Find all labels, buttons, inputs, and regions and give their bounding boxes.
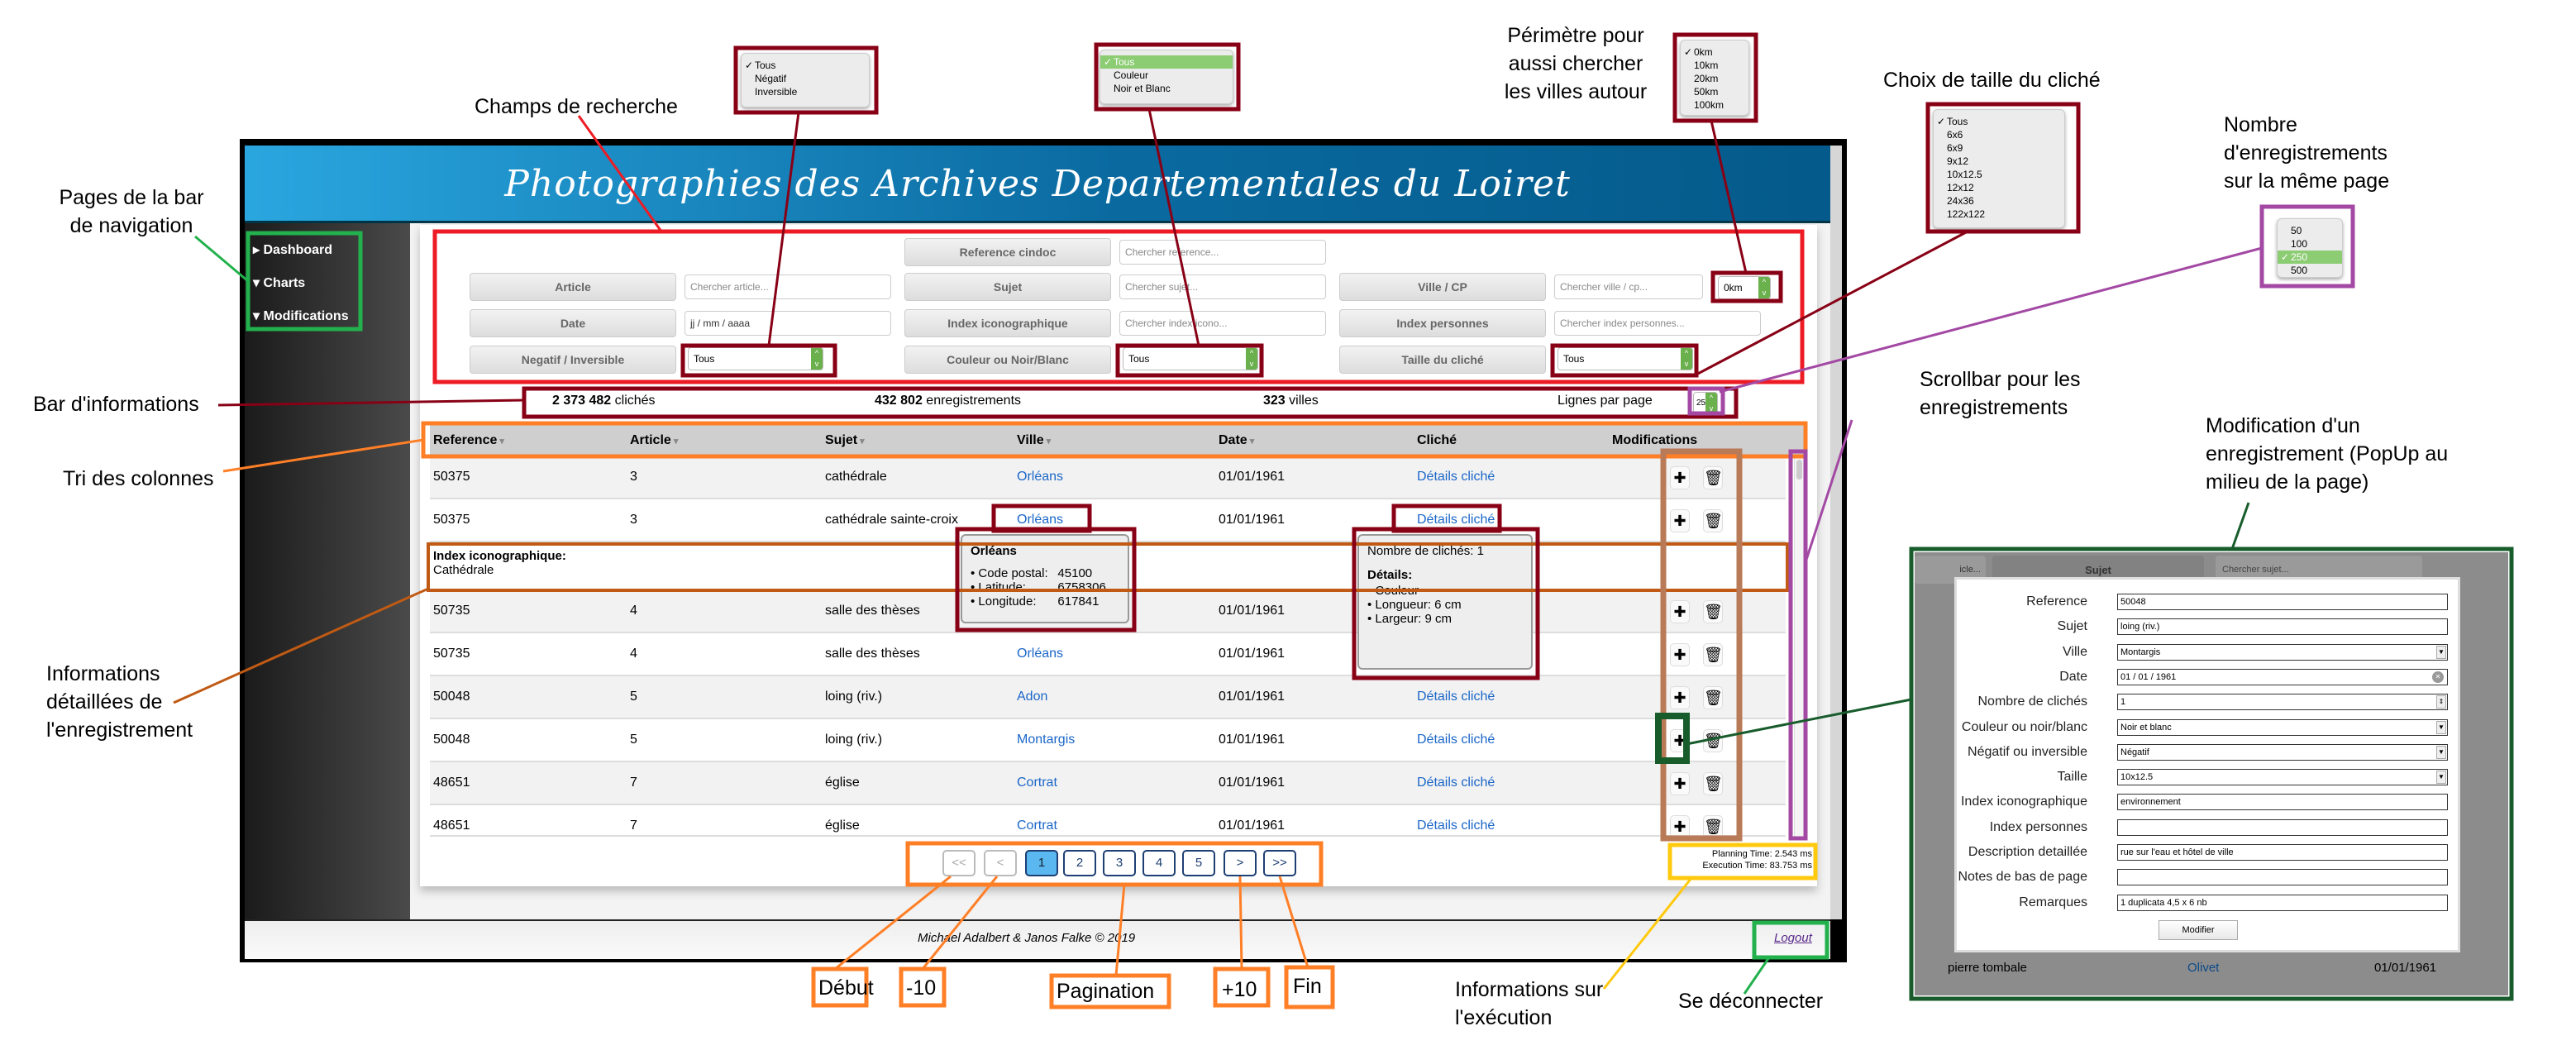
annotation-perimetre: Périmètre pour aussi chercher les villes… — [1504, 24, 1648, 103]
annotation-debut: Début — [818, 976, 874, 1000]
annotation-infobar: Bar d'informations — [33, 393, 199, 416]
annotation-pagination: Pagination — [1057, 980, 1155, 1003]
infobar-annotation-box — [522, 386, 1739, 419]
annotation-scrollbar: Scrollbar pour les enregistrements — [1920, 368, 2081, 419]
annotation-fin: Fin — [1293, 975, 1322, 998]
actions-annotation-box — [1660, 448, 1743, 842]
scrollbar-annotation-box — [1788, 449, 1808, 841]
annotation-detail: Informations détaillées de l'enregistrem… — [46, 662, 193, 742]
annotation-logout: Se déconnecter — [1678, 990, 1824, 1013]
annotation-tri: Tri des colonnes — [63, 467, 214, 490]
nav-annotation-box — [246, 231, 363, 332]
annotation-moins10: -10 — [906, 976, 937, 1000]
annotation-nav: Pages de la bar de navigation — [59, 186, 204, 237]
logout-annotation-box — [1752, 920, 1829, 960]
annotation-lignes: Nombre d'enregistrements sur la même pag… — [2224, 113, 2390, 193]
pagination-annotation-box — [905, 841, 1324, 887]
annotation-search: Champs de recherche — [475, 95, 678, 118]
sort-annotation-box — [421, 421, 1808, 459]
annotation-taille: Choix de taille du cliché — [1883, 69, 2101, 92]
annotation-overlay — [173, 32, 2514, 1009]
annotation-modif: Modification d'un enregistrement (PopUp … — [2206, 414, 2449, 494]
detail-annotation-box — [427, 542, 1789, 592]
exec-annotation-box — [1667, 842, 1818, 881]
annotation-plus10: +10 — [1222, 978, 1257, 1001]
annotation-exec: Informations sur l'exécution — [1455, 978, 1604, 1029]
